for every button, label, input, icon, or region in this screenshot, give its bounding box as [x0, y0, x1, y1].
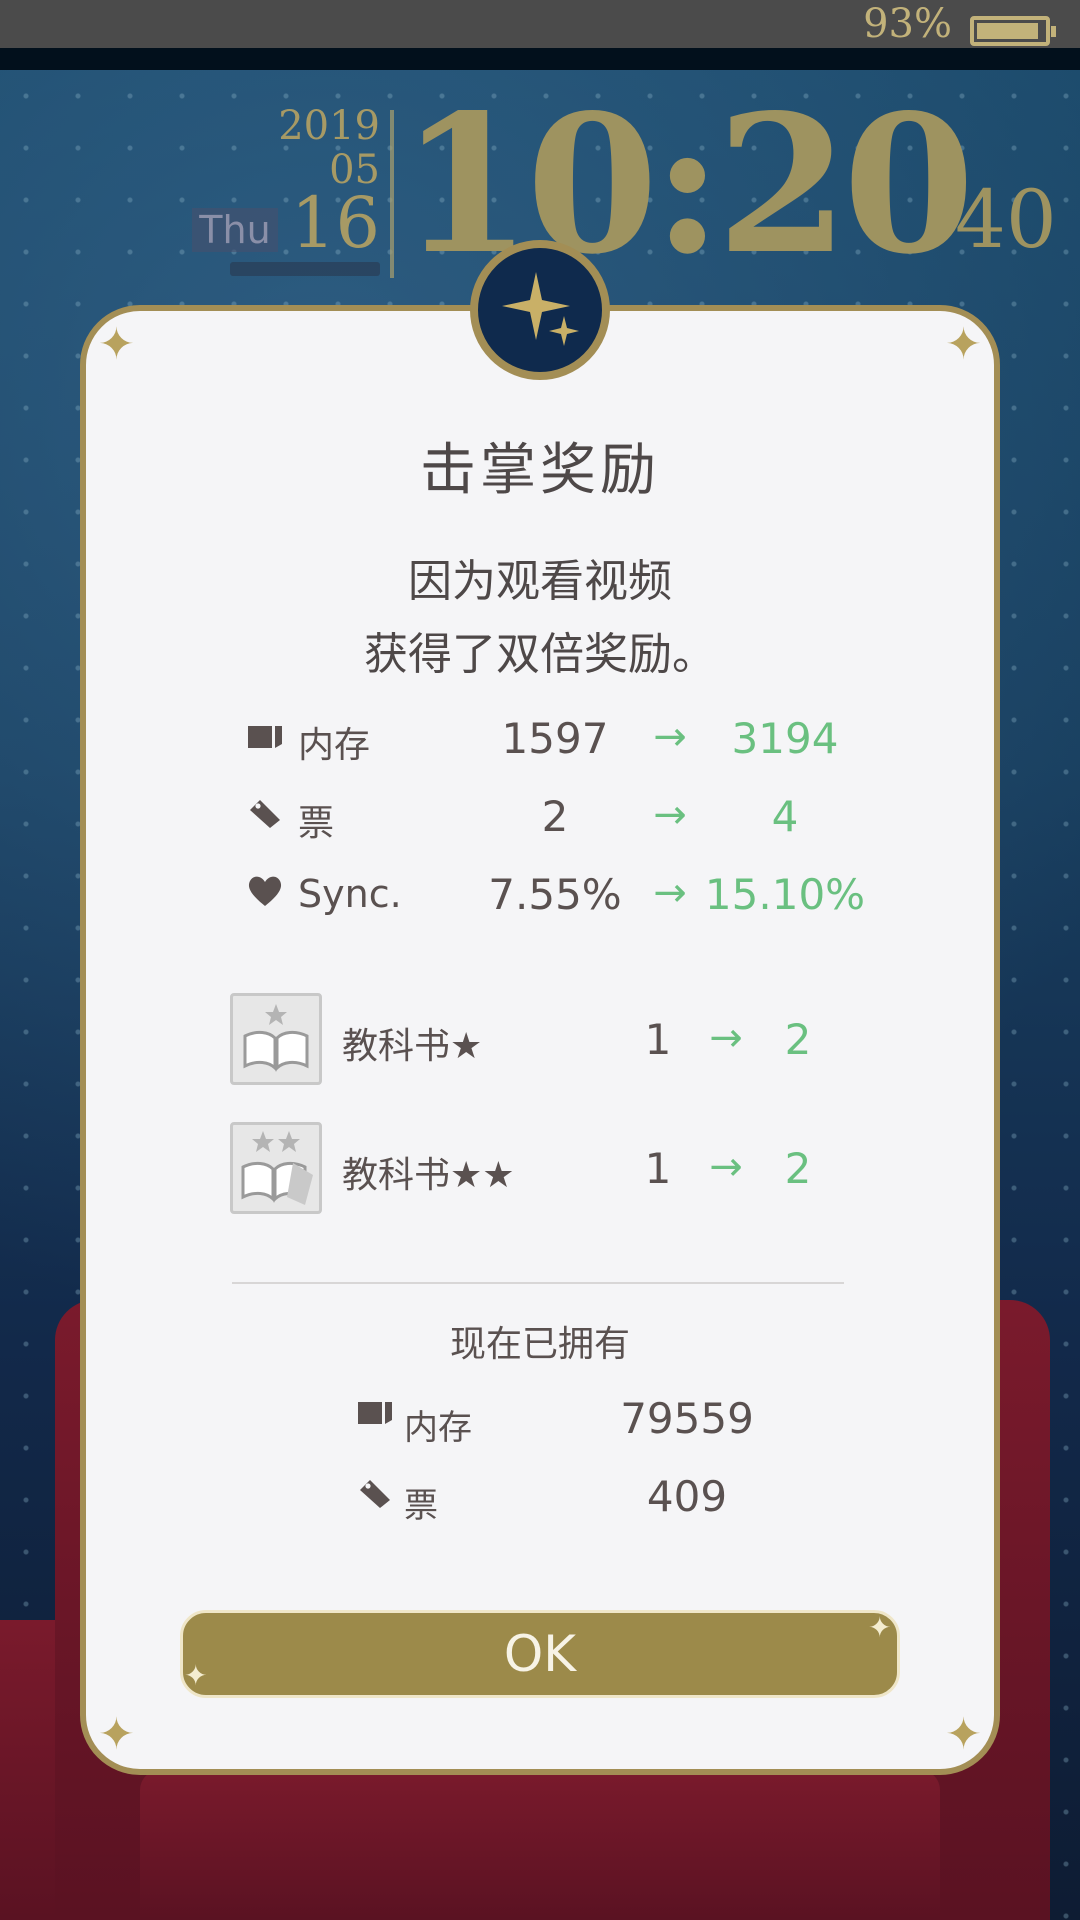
dialog-message-line2: 获得了双倍奖励。	[364, 629, 716, 680]
character-robe-bottom	[140, 1770, 940, 1920]
section-divider	[232, 1282, 844, 1284]
owned-row-memory: 内存 79559	[352, 1390, 792, 1450]
arrow-right-icon: →	[709, 1015, 743, 1061]
heart-icon	[246, 872, 284, 918]
reward-old-value: 1597	[501, 714, 609, 763]
owned-label: 票	[404, 1486, 438, 1526]
clock-subtext-bar	[230, 262, 380, 276]
ok-button[interactable]: OK	[180, 1610, 900, 1698]
reward-row-sync: Sync. 7.55% → 15.10%	[240, 864, 865, 924]
item-label: 教科书★★	[342, 1155, 515, 1196]
item-old-count: 1	[644, 1015, 672, 1064]
clock-day: 16	[290, 182, 380, 264]
textbook-2star-icon	[230, 1122, 322, 1214]
sparkle-icon: ✦	[184, 1659, 208, 1692]
corner-star-icon: ✦	[945, 1709, 982, 1760]
item-new-count: 2	[784, 1144, 812, 1193]
ticket-icon	[356, 1476, 394, 1514]
clock-weekday: Thu	[192, 208, 278, 252]
reward-row-ticket: 票 2 → 4	[240, 786, 860, 846]
status-strip	[0, 48, 1080, 70]
ticket-icon	[246, 794, 284, 840]
owned-value: 79559	[620, 1394, 754, 1443]
memory-icon	[246, 716, 284, 762]
textbook-1star-icon	[230, 993, 322, 1085]
star-emblem-icon	[470, 240, 610, 380]
sparkle-icon: ✦	[868, 1611, 892, 1644]
reward-new-value: 15.10%	[704, 870, 866, 919]
status-bar: 93%	[0, 0, 1080, 48]
item-new-count: 2	[784, 1015, 812, 1064]
reward-new-value: 4	[771, 792, 799, 841]
corner-star-icon: ✦	[98, 1709, 135, 1760]
item-row-textbook-2star: 教科书★★ 1 → 2	[228, 1122, 848, 1218]
owned-value: 409	[646, 1472, 728, 1521]
reward-old-value: 2	[541, 792, 569, 841]
arrow-right-icon: →	[709, 1144, 743, 1190]
owned-label: 内存	[404, 1408, 472, 1448]
corner-star-icon: ✦	[945, 319, 982, 370]
corner-star-icon: ✦	[98, 319, 135, 370]
reward-row-memory: 内存 1597 → 3194	[240, 708, 860, 768]
reward-label: 内存	[298, 725, 371, 766]
item-row-textbook-1star: 教科书★ 1 → 2	[228, 993, 848, 1089]
dialog-message-line1: 因为观看视频	[408, 556, 672, 607]
reward-label: 票	[298, 803, 335, 844]
reward-old-value: 7.55%	[488, 870, 622, 919]
clock-seconds: 40	[955, 173, 1057, 266]
clock-time: 10:20	[400, 73, 975, 296]
reward-new-value: 3194	[731, 714, 839, 763]
memory-icon	[356, 1398, 394, 1432]
battery-percent: 93%	[863, 1, 952, 47]
reward-label: Sync.	[298, 872, 402, 916]
clock-divider	[390, 110, 394, 278]
clock-year: 2019	[278, 103, 380, 149]
owned-title: 现在已拥有	[449, 1324, 630, 1365]
dialog-title: 击掌奖励	[420, 438, 660, 503]
owned-row-ticket: 票 409	[352, 1468, 792, 1528]
item-label: 教科书★	[342, 1026, 483, 1067]
item-old-count: 1	[644, 1144, 672, 1193]
battery-fill	[977, 23, 1038, 39]
battery-icon	[970, 16, 1056, 46]
